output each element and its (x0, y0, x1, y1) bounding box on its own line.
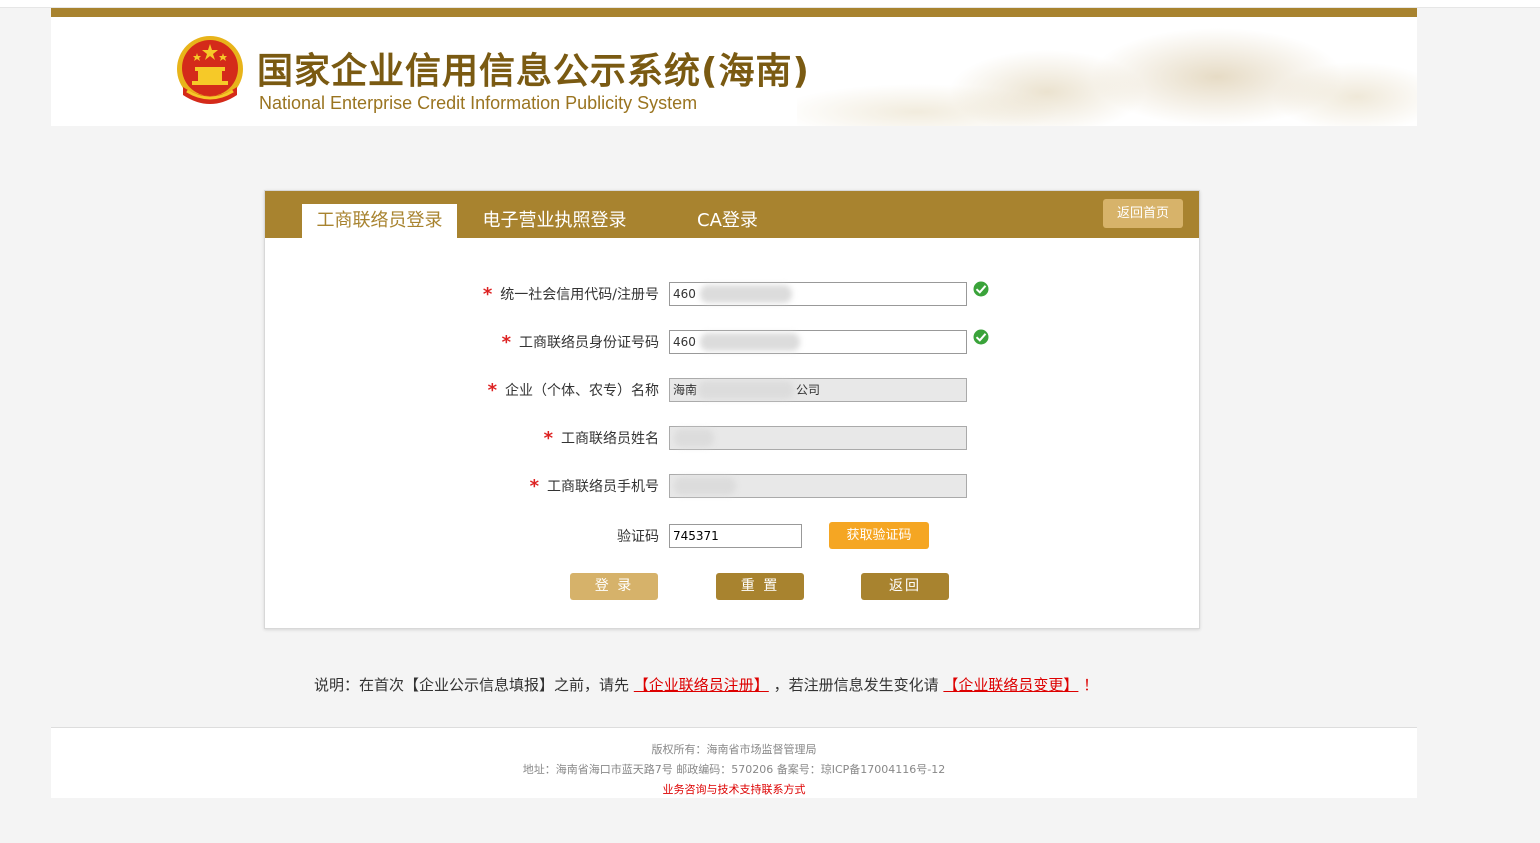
return-home-button[interactable]: 返回首页 (1103, 199, 1183, 228)
footer-support-link[interactable]: 业务咨询与技术支持联系方式 (51, 781, 1417, 797)
credit-code-label: * 统一社会信用代码/注册号 (482, 284, 659, 305)
credit-code-input[interactable]: 460 (669, 282, 967, 306)
contact-register-link[interactable]: 【企业联络员注册】 (634, 676, 769, 694)
required-mark: * (487, 380, 497, 401)
login-button[interactable]: 登 录 (570, 573, 658, 600)
back-button[interactable]: 返回 (861, 573, 949, 600)
row-company-name: * 企业（个体、农专）名称 海南 公司 (265, 378, 1199, 404)
row-id-number: * 工商联络员身份证号码 460 (265, 328, 1199, 356)
login-panel: 工商联络员登录 电子营业执照登录 CA登录 返回首页 * 统一社会信用代码/注册号… (264, 190, 1200, 629)
id-number-label: * 工商联络员身份证号码 (501, 332, 659, 353)
redacted-mask (700, 333, 800, 351)
valid-check-icon (972, 280, 990, 298)
redacted-mask (700, 285, 792, 303)
note-prefix: 说明：在首次【企业公示信息填报】之前，请先 (314, 676, 630, 694)
page: 国家企业信用信息公示系统(海南) National Enterprise Cre… (51, 8, 1417, 798)
site-header: 国家企业信用信息公示系统(海南) National Enterprise Cre… (51, 8, 1417, 126)
required-mark: * (529, 476, 539, 497)
header-mountain-decoration (797, 17, 1417, 126)
id-number-input[interactable]: 460 (669, 330, 967, 354)
row-contact-phone: * 工商联络员手机号 (265, 474, 1199, 500)
national-emblem-icon (177, 36, 243, 104)
browser-top-strip (0, 0, 1540, 8)
site-title-cn: 国家企业信用信息公示系统(海南) (257, 51, 810, 92)
required-mark: * (501, 332, 511, 353)
header-gold-bar (51, 8, 1417, 17)
row-verify-code: 验证码 获取验证码 (265, 522, 1199, 550)
company-name-label: * 企业（个体、农专）名称 (487, 380, 659, 401)
contact-change-link[interactable]: 【企业联络员变更】 (943, 676, 1078, 694)
contact-phone-input (669, 474, 967, 498)
valid-check-icon (972, 328, 990, 346)
get-code-button[interactable]: 获取验证码 (829, 522, 929, 549)
verify-code-input[interactable] (669, 524, 802, 548)
tab-ca-login[interactable]: CA登录 (685, 204, 770, 238)
footer-address: 地址：海南省海口市蓝天路7号 邮政编码：570206 备案号：琼ICP备1700… (522, 763, 946, 776)
note-suffix: ！ (1083, 676, 1099, 694)
company-name-input: 海南 公司 (669, 378, 967, 402)
verify-code-label: 验证码 (617, 529, 659, 545)
tab-contact-login[interactable]: 工商联络员登录 (302, 204, 457, 238)
contact-name-input (669, 426, 967, 450)
row-credit-code: * 统一社会信用代码/注册号 460 (265, 280, 1199, 308)
contact-name-label: * 工商联络员姓名 (543, 428, 659, 449)
redacted-mask (674, 477, 736, 495)
required-mark: * (543, 428, 553, 449)
instruction-note: 说明：在首次【企业公示信息填报】之前，请先 【企业联络员注册】 ，若注册信息发生… (314, 674, 1098, 695)
login-tab-bar: 工商联络员登录 电子营业执照登录 CA登录 返回首页 (265, 191, 1199, 238)
redacted-mask (698, 381, 794, 399)
row-contact-name: * 工商联络员姓名 (265, 426, 1199, 452)
contact-phone-label: * 工商联络员手机号 (529, 476, 659, 497)
redacted-mask (674, 429, 714, 447)
note-middle: ，若注册信息发生变化请 (773, 676, 939, 694)
footer-copyright: 版权所有：海南省市场监督管理局 (651, 743, 817, 756)
tab-e-license-login[interactable]: 电子营业执照登录 (477, 204, 632, 238)
site-title-en: National Enterprise Credit Information P… (259, 93, 698, 113)
reset-button[interactable]: 重 置 (716, 573, 804, 600)
site-footer: 版权所有：海南省市场监督管理局 地址：海南省海口市蓝天路7号 邮政编码：5702… (51, 727, 1417, 798)
required-mark: * (482, 284, 493, 305)
